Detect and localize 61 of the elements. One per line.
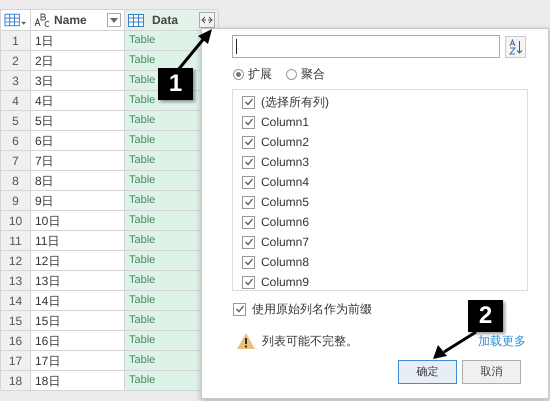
- column-option[interactable]: Column6: [261, 213, 310, 231]
- column-header: Data: [152, 12, 180, 29]
- radio-button[interactable]: 扩展: [233, 65, 272, 83]
- row-number: 14: [1, 291, 31, 310]
- checkbox[interactable]: [242, 116, 255, 128]
- callout-arrow: [430, 330, 478, 360]
- checkbox[interactable]: [242, 256, 255, 268]
- column-option[interactable]: Column9: [261, 273, 310, 291]
- row-number: 9: [1, 191, 31, 210]
- row-number: 4: [1, 91, 31, 110]
- text-type-icon[interactable]: [34, 13, 50, 27]
- warning-icon: [236, 332, 256, 350]
- callout-badge: 2: [468, 300, 503, 332]
- column-option[interactable]: Column4: [261, 173, 310, 191]
- column-option[interactable]: Column3: [261, 153, 310, 171]
- column-header: Name: [54, 12, 88, 29]
- row-number: 13: [1, 271, 31, 290]
- row-number: 7: [1, 151, 31, 170]
- caret-icon: [110, 18, 118, 22]
- table-menu-icon[interactable]: [4, 13, 27, 27]
- prefix-option[interactable]: 使用原始列名作为前缀: [252, 300, 372, 318]
- row-number: 3: [1, 71, 31, 90]
- dialog-button[interactable]: 确定: [398, 360, 457, 384]
- row-number: 12: [1, 251, 31, 270]
- warning-text: 列表可能不完整。: [262, 333, 358, 350]
- row-number: 15: [1, 311, 31, 330]
- sort-button[interactable]: [505, 36, 526, 58]
- column-option[interactable]: (选择所有列): [261, 93, 329, 111]
- checkbox[interactable]: [242, 156, 255, 168]
- column-option[interactable]: Column7: [261, 233, 310, 251]
- checkbox[interactable]: [242, 96, 255, 108]
- checkbox[interactable]: [242, 236, 255, 248]
- expand-arrows-icon: [201, 16, 213, 24]
- row-number: 2: [1, 51, 31, 70]
- filter-dropdown-button[interactable]: [107, 13, 121, 27]
- checkbox[interactable]: [242, 136, 255, 148]
- row-number: 5: [1, 111, 31, 130]
- load-more-link[interactable]: 加载更多: [478, 332, 526, 350]
- column-option[interactable]: Column8: [261, 253, 310, 271]
- column-option[interactable]: Column2: [261, 133, 310, 151]
- checkbox[interactable]: [242, 276, 255, 288]
- row-number: 17: [1, 351, 31, 370]
- row-number: 8: [1, 171, 31, 190]
- row-number: 6: [1, 131, 31, 150]
- checkbox[interactable]: [242, 176, 255, 188]
- checkbox[interactable]: [242, 216, 255, 228]
- row-number: 10: [1, 211, 31, 230]
- search-field[interactable]: [232, 35, 500, 58]
- row-number: 1: [1, 31, 31, 50]
- checkbox[interactable]: [233, 302, 246, 316]
- column-option[interactable]: Column5: [261, 193, 310, 211]
- radio-button[interactable]: 聚合: [286, 65, 325, 83]
- dialog-button[interactable]: 取消: [462, 360, 521, 384]
- row-number: 18: [1, 371, 31, 390]
- callout-badge: 1: [158, 68, 193, 100]
- row-number: 16: [1, 331, 31, 350]
- checkbox[interactable]: [242, 196, 255, 208]
- row-number: 11: [1, 231, 31, 250]
- column-option[interactable]: Column1: [261, 113, 310, 131]
- expand-column-button[interactable]: [199, 12, 215, 28]
- table-icon: [128, 14, 144, 26]
